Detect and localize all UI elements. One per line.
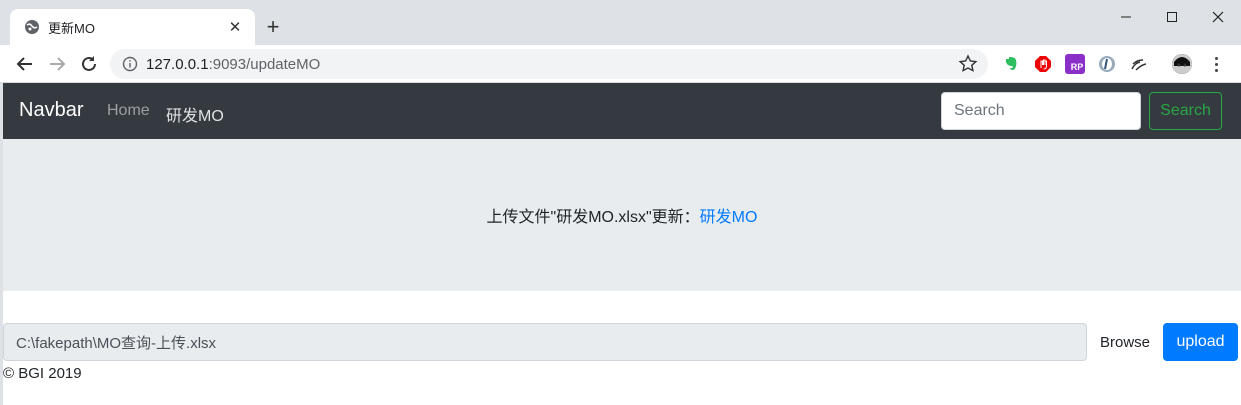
browser-tab-strip: 更新MO ✕ + [0,0,1241,45]
window-controls [1103,0,1241,34]
search-input[interactable] [941,92,1141,130]
globe-icon [24,19,40,35]
search-button[interactable]: Search [1149,92,1222,130]
jumbotron: 上传文件"研发MO.xlsx"更新： 研发MO [3,139,1241,291]
upload-row: C:\fakepath\MO查询-上传.xlsx Browse upload [3,323,1241,361]
rd-mo-link[interactable]: 研发MO [700,203,758,227]
browse-button[interactable]: Browse [1093,323,1157,361]
navbar-brand[interactable]: Navbar [19,99,83,122]
browser-menu-icon[interactable] [1206,54,1226,74]
navbar: Navbar Home 研发MO Search [3,83,1241,139]
close-window-icon[interactable] [1195,0,1241,34]
nav-link-home[interactable]: Home [107,102,150,120]
address-toolbar: 127.0.0.1:9093/updateMO RP [0,45,1241,83]
back-icon[interactable] [13,52,37,76]
file-input[interactable]: C:\fakepath\MO查询-上传.xlsx [3,323,1087,361]
reload-icon[interactable] [77,52,101,76]
rp-extension-icon[interactable]: RP [1065,54,1085,74]
url-host: 127.0.0.1 [146,55,209,73]
adblock-extension-icon[interactable] [1033,54,1053,74]
nav-link-rd-mo[interactable]: 研发MO [166,102,224,126]
footer-copyright: © BGI 2019 [3,365,82,382]
close-tab-icon[interactable]: ✕ [225,18,245,36]
upload-message: 上传文件"研发MO.xlsx"更新： [486,209,700,226]
upload-button[interactable]: upload [1163,323,1238,361]
info-icon[interactable] [122,56,138,72]
page-content: Navbar Home 研发MO Search 上传文件"研发MO.xlsx"更… [3,83,1241,405]
tab-title: 更新MO [48,20,95,36]
browser-tab[interactable]: 更新MO ✕ [10,9,255,45]
minimize-icon[interactable] [1103,0,1149,34]
profile-avatar[interactable] [1172,54,1192,74]
evernote-extension-icon[interactable] [1001,54,1021,74]
extension-icon[interactable] [1097,54,1117,74]
url-path: :9093/updateMO [208,55,321,73]
forward-icon[interactable] [45,52,69,76]
bookmark-star-icon[interactable] [958,54,978,74]
script-extension-icon[interactable] [1129,54,1149,74]
url-bar[interactable]: 127.0.0.1:9093/updateMO [110,49,988,79]
new-tab-icon[interactable]: + [262,15,284,39]
maximize-icon[interactable] [1149,0,1195,34]
